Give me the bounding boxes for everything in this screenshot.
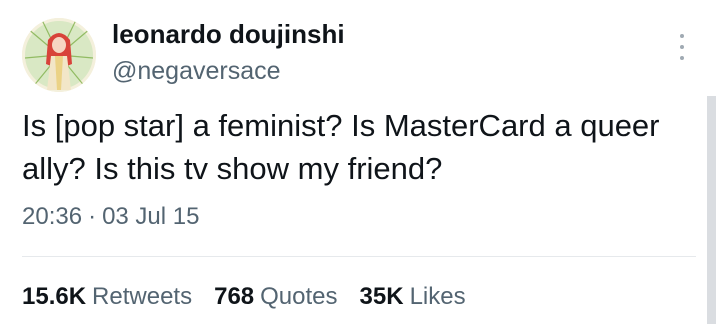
- scrollbar[interactable]: [707, 96, 716, 324]
- avatar-illustration: [22, 18, 96, 92]
- more-dot: [680, 45, 684, 49]
- more-dot: [680, 56, 684, 60]
- likes-label: Likes: [409, 283, 466, 310]
- tweet-date: 03 Jul 15: [102, 203, 200, 230]
- quotes-label: Quotes: [260, 283, 338, 310]
- retweets-stat[interactable]: 15.6K Retweets: [22, 280, 192, 314]
- avatar[interactable]: [22, 18, 96, 92]
- author-display-name[interactable]: leonardo doujinshi: [112, 16, 345, 52]
- divider: [22, 256, 696, 257]
- tweet-timestamp[interactable]: 20:36 · 03 Jul 15: [22, 200, 199, 234]
- author-handle[interactable]: @negaversace: [112, 54, 281, 88]
- more-vertical-icon[interactable]: [668, 30, 696, 64]
- quotes-count: 768: [214, 283, 255, 310]
- tweet-text: Is [pop star] a feminist? Is MasterCard …: [22, 108, 660, 186]
- tweet-time: 20:36: [22, 203, 83, 230]
- engagement-stats: 15.6K Retweets 768 Quotes 35K Likes: [22, 280, 488, 314]
- more-dot: [680, 34, 684, 38]
- retweets-label: Retweets: [92, 283, 193, 310]
- tweet-card: leonardo doujinshi @negaversace Is [pop …: [0, 0, 716, 324]
- likes-count: 35K: [359, 283, 404, 310]
- retweets-count: 15.6K: [22, 283, 87, 310]
- quotes-stat[interactable]: 768 Quotes: [214, 280, 337, 314]
- meta-separator: ·: [88, 203, 97, 230]
- likes-stat[interactable]: 35K Likes: [360, 280, 466, 314]
